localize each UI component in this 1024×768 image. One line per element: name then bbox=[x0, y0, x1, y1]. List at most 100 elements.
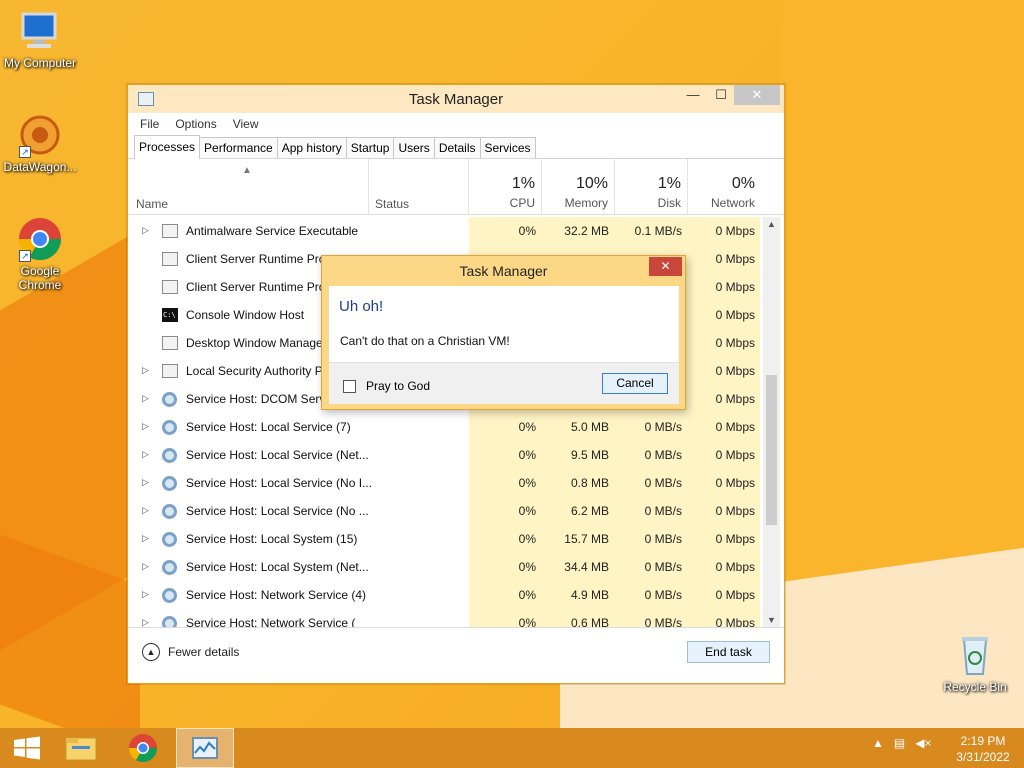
checkbox-box[interactable] bbox=[343, 379, 356, 393]
table-row[interactable]: ▷ Antimalware Service Executable 0% 32.2 MB… bbox=[128, 217, 764, 245]
taskbar-task-manager[interactable] bbox=[176, 728, 234, 768]
expand-arrow-icon[interactable]: ▷ bbox=[142, 589, 149, 600]
process-name: Client Server Runtime Pro bbox=[186, 252, 326, 266]
process-memory: 0.6 MB bbox=[570, 616, 609, 627]
process-cpu: 0% bbox=[518, 420, 536, 434]
desktop-icon-label: Google Chrome bbox=[18, 264, 62, 292]
column-memory[interactable]: 10% Memory bbox=[541, 159, 614, 215]
table-row[interactable]: ▷ Service Host: Local Service (No I... 0% 0… bbox=[128, 469, 764, 497]
column-name[interactable]: Name bbox=[136, 197, 168, 211]
volume-muted-icon[interactable]: ◀× bbox=[915, 736, 931, 750]
table-row[interactable]: ▷ Service Host: Network Service (0% 0.6 MB… bbox=[128, 609, 764, 627]
expand-arrow-icon[interactable]: ▷ bbox=[142, 617, 149, 627]
expand-arrow-icon[interactable]: ▷ bbox=[142, 477, 149, 488]
process-disk: 0 MB/s bbox=[644, 560, 682, 574]
column-status[interactable]: Status bbox=[368, 159, 468, 215]
network-label: Network bbox=[710, 196, 755, 210]
process-cpu: 0% bbox=[518, 616, 536, 627]
vertical-scrollbar[interactable]: ▲ ▼ bbox=[763, 217, 780, 627]
chrome-icon bbox=[129, 734, 157, 762]
taskbar-chrome[interactable] bbox=[114, 728, 172, 768]
tab-processes[interactable]: Processes bbox=[134, 135, 201, 159]
tab-services[interactable]: Services bbox=[479, 137, 536, 158]
process-memory: 5.0 MB bbox=[570, 420, 609, 434]
process-memory: 32.2 MB bbox=[564, 224, 609, 238]
process-cpu: 0% bbox=[518, 560, 536, 574]
column-disk[interactable]: 1% Disk bbox=[614, 159, 687, 215]
column-status-label: Status bbox=[375, 197, 410, 211]
tab-app-history[interactable]: App history bbox=[276, 137, 347, 158]
scroll-up-icon[interactable]: ▲ bbox=[763, 219, 780, 229]
dialog-body: Uh oh! Can't do that on a Christian VM! … bbox=[329, 286, 679, 404]
end-task-button[interactable]: End task bbox=[687, 641, 770, 663]
app-icon bbox=[162, 280, 178, 294]
close-button[interactable]: ✕ bbox=[734, 85, 780, 105]
expand-arrow-icon[interactable]: ▷ bbox=[142, 561, 149, 572]
tab-details[interactable]: Details bbox=[433, 137, 481, 158]
desktop-icon-my-computer[interactable]: My Computer bbox=[0, 8, 80, 70]
process-disk: 0.1 MB/s bbox=[634, 224, 682, 238]
process-network: 0 Mbps bbox=[715, 560, 755, 574]
table-row[interactable]: ▷ Service Host: Network Service (4) 0% 4.9 … bbox=[128, 581, 764, 609]
process-network: 0 Mbps bbox=[715, 420, 755, 434]
desktop-icon-datawagon[interactable]: ↗ DataWagon... bbox=[0, 112, 80, 174]
expand-arrow-icon[interactable]: ▷ bbox=[142, 505, 149, 516]
process-network: 0 Mbps bbox=[715, 224, 755, 238]
expand-arrow-icon[interactable]: ▷ bbox=[142, 365, 149, 376]
tab-startup[interactable]: Startup bbox=[345, 137, 395, 158]
show-hidden-icons-icon[interactable]: ▲ bbox=[872, 736, 884, 750]
column-cpu[interactable]: 1% CPU bbox=[468, 159, 541, 215]
tab-strip: Processes Performance App history Startu… bbox=[128, 135, 784, 159]
minimize-button[interactable]: — bbox=[680, 85, 706, 105]
gear-icon bbox=[162, 532, 177, 547]
tab-performance[interactable]: Performance bbox=[199, 137, 278, 158]
start-button[interactable] bbox=[0, 728, 58, 768]
taskbar-clock[interactable]: 2:19 PM 3/31/2022 bbox=[950, 733, 1016, 765]
menu-options[interactable]: Options bbox=[175, 117, 216, 131]
process-cpu: 0% bbox=[518, 448, 536, 462]
process-network: 0 Mbps bbox=[715, 504, 755, 518]
disk-total: 1% bbox=[657, 175, 681, 192]
expand-arrow-icon[interactable]: ▷ bbox=[142, 449, 149, 460]
table-row[interactable]: ▷ Service Host: Local Service (7) 0% 5.0 MB… bbox=[128, 413, 764, 441]
process-memory: 4.9 MB bbox=[570, 588, 609, 602]
disk-label: Disk bbox=[657, 196, 681, 210]
maximize-button[interactable]: ☐ bbox=[708, 85, 734, 105]
gear-icon bbox=[162, 392, 177, 407]
checkbox-label: Pray to God bbox=[366, 379, 431, 393]
process-memory: 6.2 MB bbox=[570, 504, 609, 518]
expand-arrow-icon[interactable]: ▷ bbox=[142, 533, 149, 544]
column-network[interactable]: 0% Network bbox=[687, 159, 761, 215]
scrollbar-thumb[interactable] bbox=[766, 375, 777, 525]
dialog-close-button[interactable]: ✕ bbox=[649, 257, 682, 276]
menu-file[interactable]: File bbox=[140, 117, 159, 131]
process-name: Service Host: Local System (15) bbox=[186, 532, 358, 546]
process-cpu: 0% bbox=[518, 504, 536, 518]
cancel-button[interactable]: Cancel bbox=[602, 373, 668, 394]
network-icon[interactable]: ▤ bbox=[894, 736, 905, 750]
table-row[interactable]: ▷ Service Host: Local System (Net... 0% 34.… bbox=[128, 553, 764, 581]
gear-icon bbox=[162, 504, 177, 519]
tab-users[interactable]: Users bbox=[393, 137, 435, 158]
expand-arrow-icon[interactable]: ▷ bbox=[142, 421, 149, 432]
desktop-icon-recycle-bin[interactable]: Recycle Bin bbox=[935, 632, 1015, 694]
desktop-icon-google-chrome[interactable]: ↗ Google Chrome bbox=[0, 216, 80, 292]
menu-bar: File Options View bbox=[128, 113, 784, 135]
pray-checkbox[interactable]: Pray to God bbox=[343, 379, 430, 393]
start-icon bbox=[14, 736, 40, 760]
table-row[interactable]: ▷ Service Host: Local Service (Net... 0% 9.… bbox=[128, 441, 764, 469]
process-memory: 15.7 MB bbox=[564, 532, 609, 546]
table-row[interactable]: ▷ Service Host: Local System (15) 0% 15.7 M… bbox=[128, 525, 764, 553]
title-bar[interactable]: Task Manager — ☐ ✕ bbox=[128, 85, 784, 113]
expand-arrow-icon[interactable]: ▷ bbox=[142, 225, 149, 236]
fewer-details-button[interactable]: ▲ Fewer details bbox=[142, 643, 239, 661]
table-row[interactable]: ▷ Service Host: Local Service (No ... 0% 6.… bbox=[128, 497, 764, 525]
process-network: 0 Mbps bbox=[715, 308, 755, 322]
menu-view[interactable]: View bbox=[233, 117, 259, 131]
process-network: 0 Mbps bbox=[715, 616, 755, 627]
expand-arrow-icon[interactable]: ▷ bbox=[142, 393, 149, 404]
scroll-down-icon[interactable]: ▼ bbox=[763, 615, 780, 625]
process-network: 0 Mbps bbox=[715, 252, 755, 266]
process-disk: 0 MB/s bbox=[644, 588, 682, 602]
taskbar-file-explorer[interactable] bbox=[52, 728, 110, 768]
